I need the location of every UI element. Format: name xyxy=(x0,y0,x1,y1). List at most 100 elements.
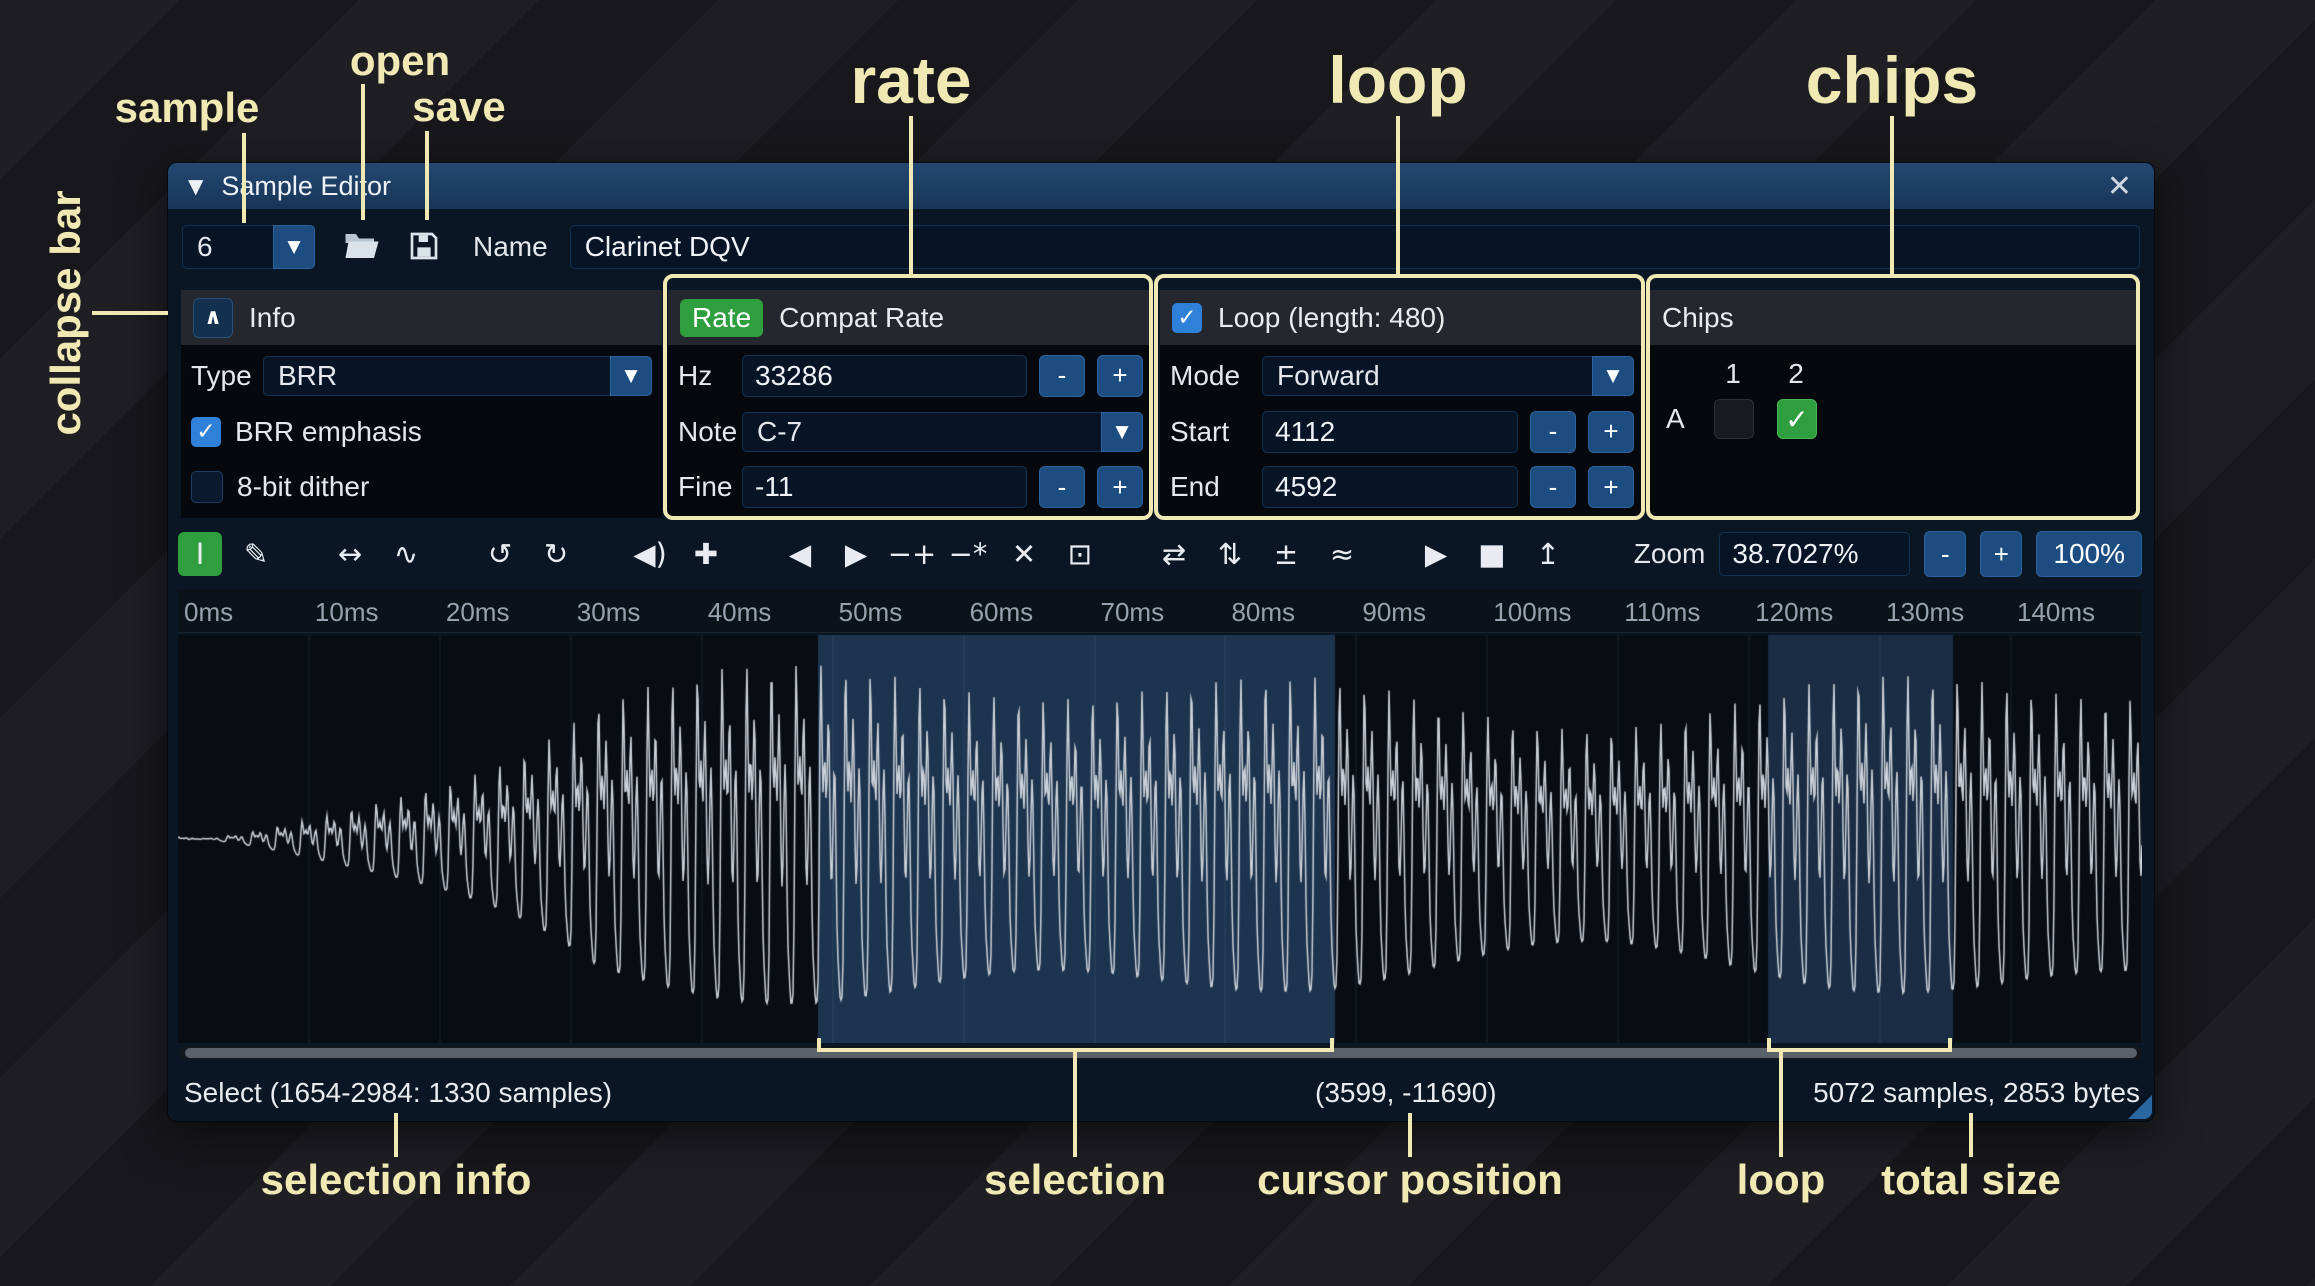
chevron-down-icon[interactable]: ▼ xyxy=(273,225,315,269)
annotation-selection-info-label: selection info xyxy=(261,1156,532,1204)
resize-grip[interactable] xyxy=(2128,1095,2152,1119)
save-button[interactable] xyxy=(401,225,447,269)
stop-icon: ■ xyxy=(1478,540,1505,569)
draw-mode-button[interactable]: ✎ xyxy=(234,532,278,576)
end-plus-button[interactable]: + xyxy=(1588,466,1634,508)
resize-button[interactable]: ↔ xyxy=(328,532,372,576)
name-label: Name xyxy=(473,231,548,263)
fine-minus-button[interactable]: - xyxy=(1039,466,1085,508)
name-input[interactable] xyxy=(570,225,2140,269)
select-mode-button[interactable]: I xyxy=(178,532,222,576)
redo-button[interactable]: ↻ xyxy=(534,532,578,576)
loop-end-input[interactable] xyxy=(1262,466,1518,508)
check-icon: ✓ xyxy=(1177,305,1196,331)
loop-end-row: End - + xyxy=(1170,462,1634,512)
filter-icon: ≈ xyxy=(1330,540,1354,569)
hz-row: Hz - + xyxy=(678,351,1143,401)
ruler-tick: 90ms xyxy=(1362,597,1426,628)
chevron-down-icon[interactable]: ▼ xyxy=(1101,412,1143,452)
type-select[interactable]: BRR ▼ xyxy=(263,356,652,396)
delete-button[interactable]: ✕ xyxy=(1002,532,1046,576)
loop-enable-checkbox[interactable]: ✓ xyxy=(1172,303,1202,333)
chips-grid: 1 2 A ✓ xyxy=(1660,345,2129,443)
sample-index-value: 6 xyxy=(182,225,273,269)
start-minus-button[interactable]: - xyxy=(1530,411,1576,453)
zoom-cluster: Zoom - + 100% xyxy=(1634,531,2142,577)
check-icon: ✓ xyxy=(1785,403,1808,436)
redo-icon: ↻ xyxy=(544,540,568,569)
dither-label: 8-bit dither xyxy=(237,471,369,503)
trim-icon: ⊡ xyxy=(1068,540,1092,569)
hz-input[interactable] xyxy=(742,355,1027,397)
waveform-view[interactable] xyxy=(178,635,2142,1043)
chips-panel-body: 1 2 A ✓ xyxy=(1650,345,2139,518)
fine-plus-button[interactable]: + xyxy=(1097,466,1143,508)
hz-plus-button[interactable]: + xyxy=(1097,355,1143,397)
zoom-minus-button[interactable]: - xyxy=(1924,531,1966,577)
play-button[interactable]: ▶ xyxy=(1414,532,1458,576)
apply-silence-button[interactable]: −* xyxy=(946,532,990,576)
resample-button[interactable]: ∿ xyxy=(384,532,428,576)
normalize-button[interactable]: ✚ xyxy=(684,532,728,576)
zoom-plus-button[interactable]: + xyxy=(1980,531,2022,577)
chip-2-checkbox[interactable]: ✓ xyxy=(1777,399,1817,439)
close-icon[interactable]: ✕ xyxy=(2107,169,2132,204)
tool-icons: I ✎ ↔ ∿ ↺ ↻ ◀) ✚ ◀ ▶ −+ −* ✕ ⊡ ⇄ ⇅ ± ≈ ▶ ■ ↥ xyxy=(178,532,1570,576)
note-select[interactable]: C-7 ▼ xyxy=(742,412,1143,452)
insert-silence-button[interactable]: −+ xyxy=(890,532,934,576)
end-minus-button[interactable]: - xyxy=(1530,466,1576,508)
fade-in-icon: ◀ xyxy=(789,540,811,569)
top-toolbar: 6 ▼ Na xyxy=(182,221,2140,273)
info-panel: ∧ Info Type BRR ▼ ✓ BRR emphasis 8-b xyxy=(181,290,662,518)
hz-minus-button[interactable]: - xyxy=(1039,355,1085,397)
ruler-tick: 30ms xyxy=(577,597,641,628)
titlebar[interactable]: ▼ Sample Editor ✕ xyxy=(168,163,2154,209)
collapse-section-button[interactable]: ∧ xyxy=(193,298,233,338)
reverse-button[interactable]: ⇄ xyxy=(1152,532,1196,576)
annotation-loop-label: loop xyxy=(1328,42,1467,118)
play-icon: ▶ xyxy=(1425,540,1447,569)
start-plus-button[interactable]: + xyxy=(1588,411,1634,453)
fine-input[interactable] xyxy=(742,466,1027,508)
time-ruler: 0ms10ms20ms30ms40ms50ms60ms70ms80ms90ms1… xyxy=(178,590,2142,633)
fade-out-button[interactable]: ▶ xyxy=(834,532,878,576)
total-size-text: 5072 samples, 2853 bytes xyxy=(1813,1077,2140,1109)
mode-select[interactable]: Forward ▼ xyxy=(1262,356,1634,396)
zoom-input[interactable] xyxy=(1719,532,1910,576)
loop-end-label: End xyxy=(1170,471,1262,503)
floppy-icon xyxy=(408,230,440,265)
type-label: Type xyxy=(191,360,263,392)
chip-1-checkbox[interactable] xyxy=(1714,399,1754,439)
waveform-scrollbar xyxy=(180,1046,2142,1060)
select-mode-icon: I xyxy=(196,540,205,569)
window-title: Sample Editor xyxy=(221,171,391,202)
resample-icon: ∿ xyxy=(394,540,418,569)
scrollbar-thumb[interactable] xyxy=(185,1048,2137,1058)
chevron-down-icon[interactable]: ▼ xyxy=(1592,356,1634,396)
trim-button[interactable]: ⊡ xyxy=(1058,532,1102,576)
annotation-rate-label: rate xyxy=(850,42,971,118)
dither-checkbox[interactable] xyxy=(191,471,223,503)
zoom-reset-button[interactable]: 100% xyxy=(2036,531,2142,577)
mode-row: Mode Forward ▼ xyxy=(1170,351,1634,401)
signed-unsigned-button[interactable]: ± xyxy=(1264,532,1308,576)
rate-mode-button[interactable]: Rate xyxy=(680,299,763,337)
ruler-tick: 110ms xyxy=(1624,597,1700,628)
stop-button[interactable]: ■ xyxy=(1470,532,1514,576)
sample-index-select[interactable]: 6 ▼ xyxy=(182,225,315,269)
open-button[interactable] xyxy=(339,225,385,269)
mode-value: Forward xyxy=(1262,356,1592,396)
fade-in-button[interactable]: ◀ xyxy=(778,532,822,576)
chevron-down-icon[interactable]: ▼ xyxy=(610,356,652,396)
filter-button[interactable]: ≈ xyxy=(1320,532,1364,576)
brr-emphasis-checkbox[interactable]: ✓ xyxy=(191,417,221,447)
upload-button[interactable]: ↥ xyxy=(1526,532,1570,576)
invert-button[interactable]: ⇅ xyxy=(1208,532,1252,576)
loop-start-input[interactable] xyxy=(1262,411,1518,453)
brr-emphasis-row: ✓ BRR emphasis xyxy=(191,407,652,457)
amplify-button[interactable]: ◀) xyxy=(628,532,672,576)
fade-out-icon: ▶ xyxy=(845,540,867,569)
undo-button[interactable]: ↺ xyxy=(478,532,522,576)
edit-toolbar: I ✎ ↔ ∿ ↺ ↻ ◀) ✚ ◀ ▶ −+ −* ✕ ⊡ ⇄ ⇅ ± ≈ ▶ ■ ↥ Zoom - + 100% xyxy=(178,528,2142,580)
collapse-window-icon[interactable]: ▼ xyxy=(188,174,203,198)
